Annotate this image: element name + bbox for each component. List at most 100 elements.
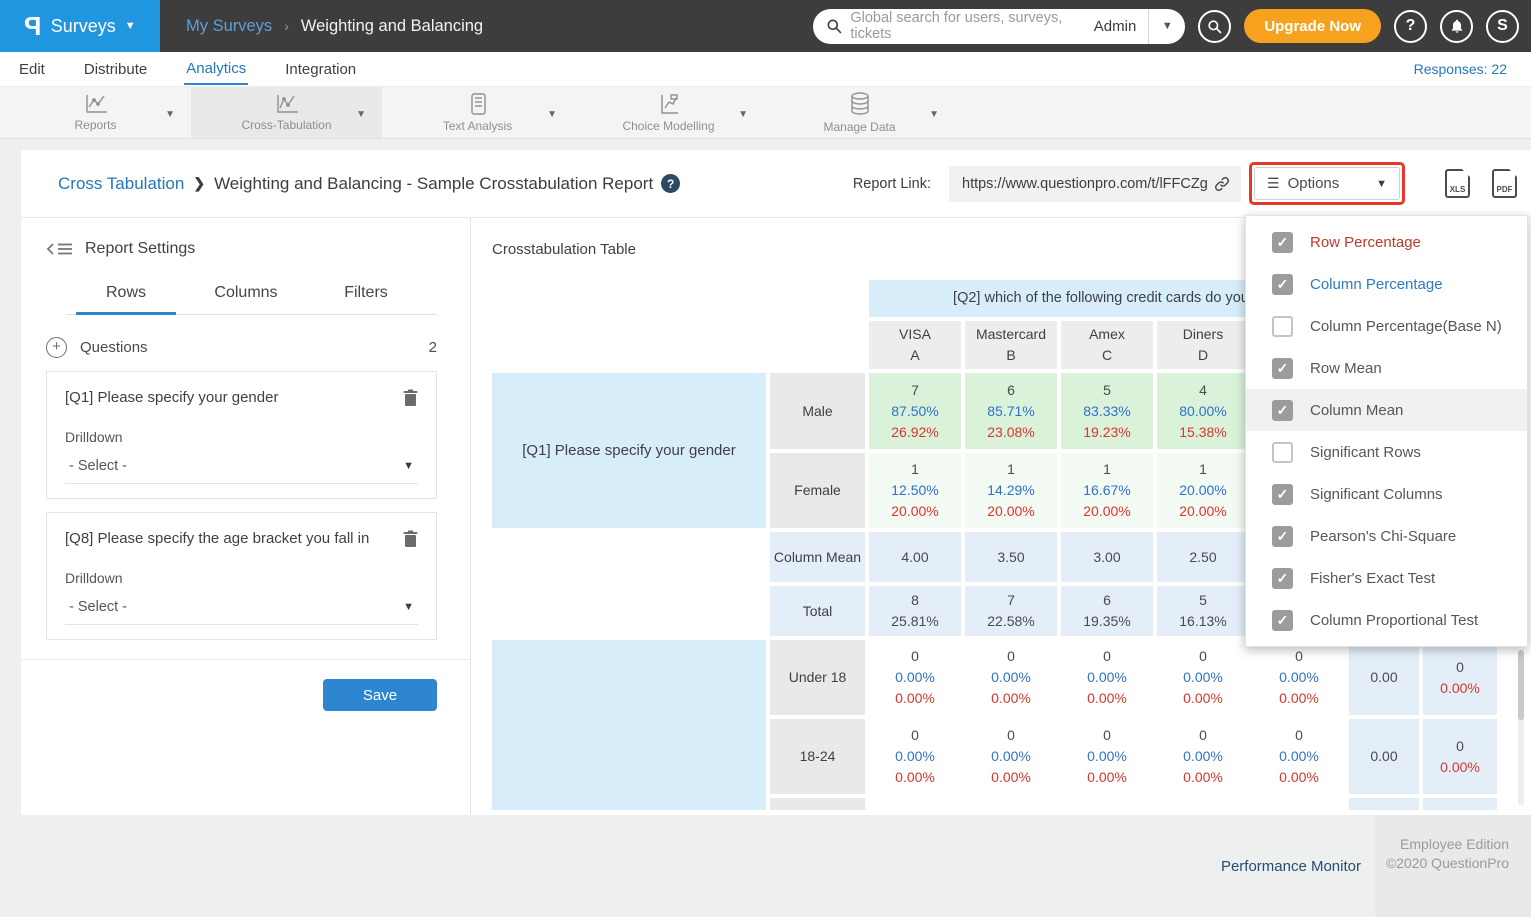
scrollbar-thumb[interactable] bbox=[1518, 650, 1524, 720]
checkbox-checked-icon[interactable]: ✓ bbox=[1272, 610, 1293, 631]
toolbar-label: Reports bbox=[74, 118, 116, 132]
report-url[interactable]: https://www.questionpro.com/t/lFFCZg bbox=[962, 176, 1213, 192]
toolbar-choice-modelling[interactable]: Choice Modelling ▼ bbox=[573, 87, 764, 138]
link-icon[interactable] bbox=[1213, 175, 1231, 193]
option-row-mean[interactable]: ✓Row Mean bbox=[1246, 347, 1527, 389]
notifications-button[interactable] bbox=[1440, 10, 1473, 43]
text-doc-icon bbox=[467, 92, 489, 116]
choice-chart-icon bbox=[657, 92, 681, 116]
option-significant-rows[interactable]: Significant Rows bbox=[1246, 431, 1527, 473]
row-mean-cell: 0.00 bbox=[1349, 640, 1419, 715]
search-placeholder[interactable]: Global search for users, surveys, ticket… bbox=[850, 10, 1081, 42]
chevron-down-icon[interactable]: ▼ bbox=[547, 109, 557, 120]
chevron-down-icon[interactable]: ▼ bbox=[356, 109, 366, 120]
option-label: Significant Rows bbox=[1310, 444, 1421, 461]
rp-value: 0.00% bbox=[991, 746, 1031, 767]
cp-value: 0.00% bbox=[1440, 678, 1480, 699]
export-xls-button[interactable]: XLS bbox=[1445, 169, 1470, 198]
option-pearson-s-chi-square[interactable]: ✓Pearson's Chi-Square bbox=[1246, 515, 1527, 557]
delete-question-icon[interactable] bbox=[403, 389, 418, 407]
questionpro-logo-icon: P bbox=[24, 13, 41, 39]
drilldown-select[interactable]: - Select - ▼ bbox=[65, 458, 418, 484]
toolbar-manage-data[interactable]: Manage Data ▼ bbox=[764, 87, 955, 138]
total-cell: 825.81% bbox=[869, 586, 961, 636]
user-avatar[interactable]: S bbox=[1486, 10, 1519, 43]
checkbox-checked-icon[interactable]: ✓ bbox=[1272, 232, 1293, 253]
checkbox-checked-icon[interactable]: ✓ bbox=[1272, 526, 1293, 547]
chevron-down-icon[interactable]: ▼ bbox=[165, 109, 175, 120]
breadcrumb-my-surveys[interactable]: My Surveys bbox=[186, 17, 272, 36]
row-total-cell: 00.00% bbox=[1423, 719, 1497, 794]
toolbar-reports[interactable]: Reports ▼ bbox=[0, 87, 191, 138]
crosstab-cell: 00.00%0.00% bbox=[869, 640, 961, 715]
option-column-percentage[interactable]: ✓Column Percentage bbox=[1246, 263, 1527, 305]
crosstab-cell: 00.00%0.00% bbox=[965, 719, 1057, 794]
checkbox-unchecked-icon[interactable] bbox=[1272, 442, 1293, 463]
tab-filters[interactable]: Filters bbox=[306, 284, 426, 314]
n-value: 0 bbox=[1199, 725, 1207, 746]
toolbar-cross-tabulation[interactable]: Cross-Tabulation ▼ bbox=[191, 87, 382, 138]
rp-value: 16.67% bbox=[1083, 480, 1130, 501]
tab-columns[interactable]: Columns bbox=[186, 284, 306, 314]
upgrade-now-button[interactable]: Upgrade Now bbox=[1244, 9, 1381, 43]
option-significant-columns[interactable]: ✓Significant Columns bbox=[1246, 473, 1527, 515]
option-column-percentage-base-n[interactable]: Column Percentage(Base N) bbox=[1246, 305, 1527, 347]
value: Male bbox=[802, 401, 832, 422]
checkbox-unchecked-icon[interactable] bbox=[1272, 316, 1293, 337]
toolbar-label: Text Analysis bbox=[443, 119, 512, 133]
option-label: Column Mean bbox=[1310, 402, 1403, 419]
checkbox-checked-icon[interactable]: ✓ bbox=[1272, 568, 1293, 589]
delete-question-icon[interactable] bbox=[403, 530, 418, 548]
checkbox-checked-icon[interactable]: ✓ bbox=[1272, 358, 1293, 379]
help-button[interactable]: ? bbox=[1394, 10, 1427, 43]
total-cell: 722.58% bbox=[965, 586, 1057, 636]
page-fold bbox=[1509, 169, 1517, 177]
tab-rows[interactable]: Rows bbox=[66, 284, 186, 314]
n-value: 1 bbox=[1103, 459, 1111, 480]
checkbox-checked-icon[interactable]: ✓ bbox=[1272, 274, 1293, 295]
cp-value: 0.00% bbox=[1087, 688, 1127, 709]
search-scope-dropdown[interactable]: ▼ bbox=[1149, 20, 1185, 32]
cross-tabulation-link[interactable]: Cross Tabulation bbox=[58, 174, 184, 194]
divider bbox=[21, 659, 470, 660]
tab-distribute[interactable]: Distribute bbox=[82, 54, 149, 84]
crosstab-cell: 00.00%0.00% bbox=[869, 719, 961, 794]
rp-value: 0.00% bbox=[895, 746, 935, 767]
collapse-panel-button[interactable] bbox=[46, 242, 73, 256]
options-button[interactable]: ☰ Options ▼ bbox=[1254, 167, 1400, 200]
global-search[interactable]: Global search for users, surveys, ticket… bbox=[813, 9, 1185, 44]
help-icon[interactable]: ? bbox=[661, 174, 680, 193]
add-question-icon[interactable]: + bbox=[46, 337, 67, 358]
crosstab-cell: 787.50%26.92% bbox=[869, 373, 961, 449]
performance-monitor-link[interactable]: Performance Monitor bbox=[1221, 858, 1361, 875]
chevron-down-icon[interactable]: ▼ bbox=[929, 109, 939, 120]
checkbox-checked-icon[interactable]: ✓ bbox=[1272, 484, 1293, 505]
cp-value: 26.92% bbox=[891, 422, 938, 443]
tab-edit[interactable]: Edit bbox=[17, 54, 47, 84]
col-letter-value: C bbox=[1102, 345, 1112, 366]
tab-integration[interactable]: Integration bbox=[283, 54, 358, 84]
n-value: 0 bbox=[1456, 657, 1464, 678]
pdf-icon: PDF bbox=[1494, 185, 1515, 194]
tab-analytics[interactable]: Analytics bbox=[184, 53, 248, 85]
save-button[interactable]: Save bbox=[323, 679, 437, 711]
drilldown-select[interactable]: - Select - ▼ bbox=[65, 599, 418, 625]
value: 16.13% bbox=[1179, 611, 1226, 632]
product-name: Surveys bbox=[51, 16, 116, 37]
cp-value: 0.00% bbox=[1087, 767, 1127, 788]
option-fisher-s-exact-test[interactable]: ✓Fisher's Exact Test bbox=[1246, 557, 1527, 599]
n-value: 0 bbox=[1103, 646, 1111, 667]
option-column-proportional-test[interactable]: ✓Column Proportional Test bbox=[1246, 599, 1527, 641]
option-row-percentage[interactable]: ✓Row Percentage bbox=[1246, 221, 1527, 263]
toolbar-label: Choice Modelling bbox=[622, 119, 714, 133]
table-scrollbar[interactable] bbox=[1518, 650, 1524, 805]
checkbox-checked-icon[interactable]: ✓ bbox=[1272, 400, 1293, 421]
column-mean-cell: 3.50 bbox=[965, 532, 1057, 582]
toolbar-text-analysis[interactable]: Text Analysis ▼ bbox=[382, 87, 573, 138]
product-switcher[interactable]: P Surveys ▼ bbox=[0, 0, 160, 52]
search-button[interactable] bbox=[1198, 10, 1231, 43]
option-column-mean[interactable]: ✓ Column Mean bbox=[1246, 389, 1527, 431]
export-pdf-button[interactable]: PDF bbox=[1492, 169, 1517, 198]
chevron-down-icon[interactable]: ▼ bbox=[738, 109, 748, 120]
report-url-field[interactable]: https://www.questionpro.com/t/lFFCZg bbox=[949, 166, 1241, 202]
